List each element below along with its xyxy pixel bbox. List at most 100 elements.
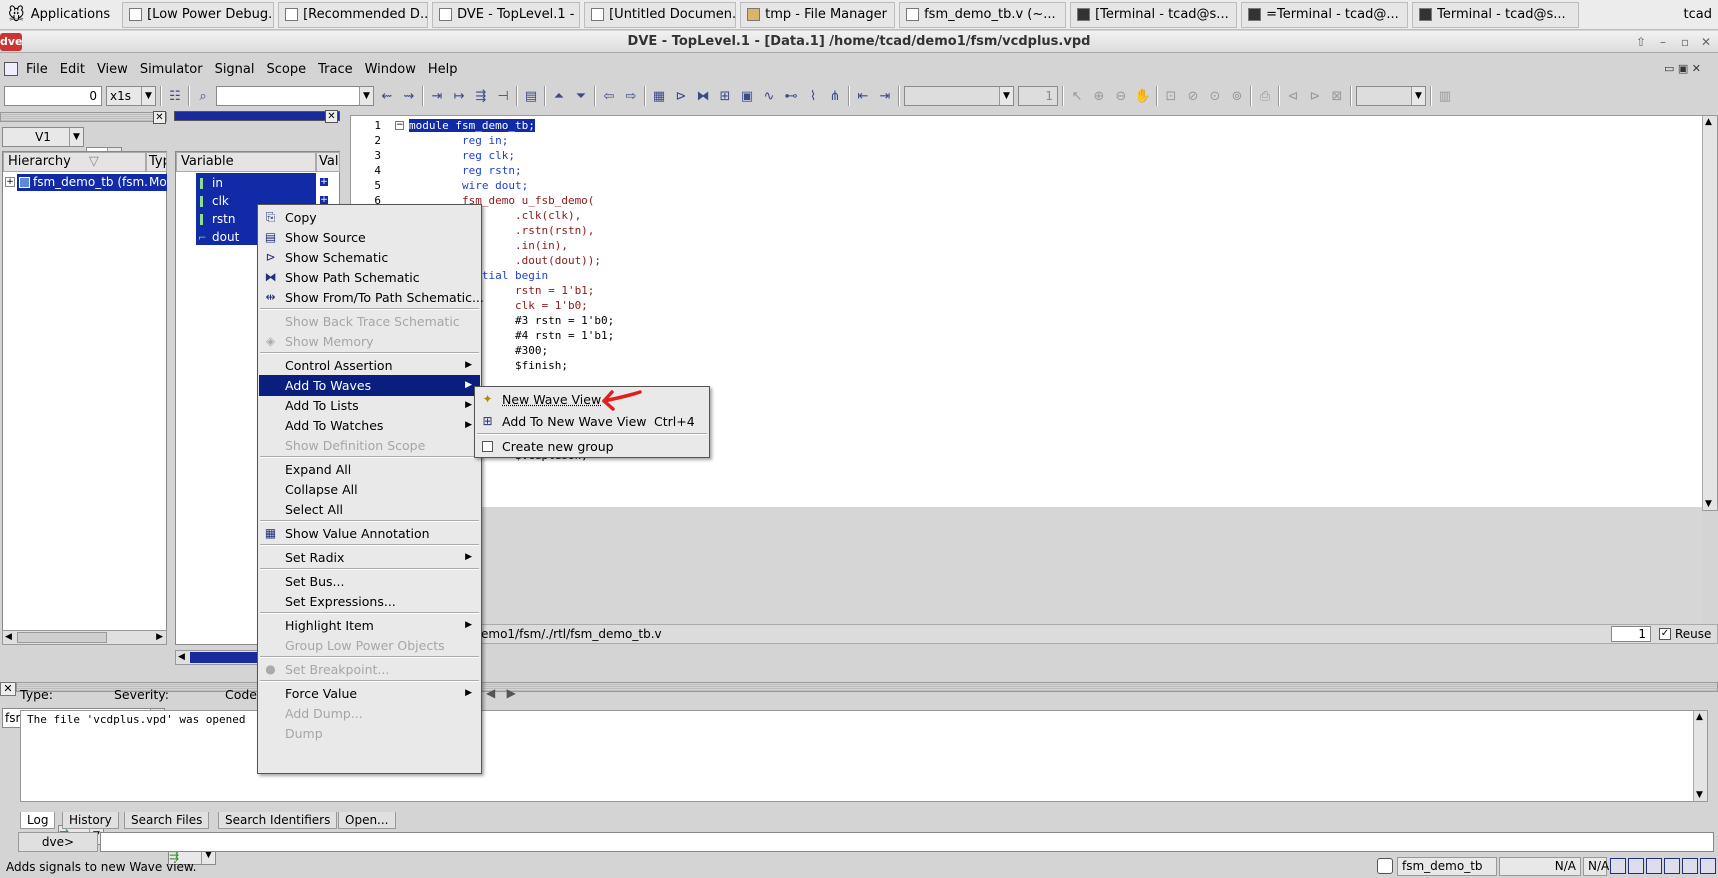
page-field[interactable]: 1 — [1018, 86, 1058, 106]
source-view-icon[interactable]: ▦ — [650, 87, 668, 105]
menu-help[interactable]: Help — [422, 62, 464, 77]
tab-log[interactable]: Log — [20, 812, 56, 829]
view-toggle-icon[interactable] — [1628, 858, 1644, 874]
menu-view[interactable]: View — [91, 62, 134, 77]
menu-item-show-value-annotation[interactable]: ▦ Show Value Annotation — [259, 523, 480, 544]
expand-icon[interactable]: + — [5, 177, 15, 187]
forward-icon[interactable]: ⇨ — [622, 87, 640, 105]
menu-signal[interactable]: Signal — [209, 62, 261, 77]
menu-window[interactable]: Window — [359, 62, 422, 77]
scroll-right-icon[interactable]: ▶ — [156, 632, 163, 642]
view-toggle-icon[interactable] — [1646, 858, 1662, 874]
hierarchy-hscrollbar[interactable]: ◀ ▶ — [2, 630, 167, 645]
schematic-view-icon[interactable]: ⊳ — [672, 87, 690, 105]
trace-load-icon[interactable]: ⌇ — [804, 87, 822, 105]
shade-button[interactable]: ⇧ — [1634, 35, 1648, 49]
menu-item-copy[interactable]: ⎘ Copy — [259, 207, 480, 228]
menu-item-show-from-to-path-schematic[interactable]: ⇹ Show From/To Path Schematic... — [259, 287, 483, 308]
console-input[interactable] — [100, 832, 1714, 852]
zoom-combo[interactable]: ▼ — [1356, 86, 1426, 106]
step-icon[interactable]: ⇥ — [428, 87, 446, 105]
expand-icon[interactable]: + — [319, 177, 329, 187]
hand-icon[interactable]: ✋ — [1134, 87, 1152, 105]
search-next-icon[interactable]: ⇝ — [400, 87, 418, 105]
menu-item-add-to-new-wave-view[interactable]: ⊞ Add To New Wave View Ctrl+4 — [476, 411, 708, 432]
arrow-right-icon[interactable]: ⇥ — [876, 87, 894, 105]
time-unit-select[interactable]: x1s ▼ — [106, 86, 156, 106]
prev-page-icon[interactable]: ⊲ — [1284, 87, 1302, 105]
wave-view-icon[interactable]: ⊞ — [716, 87, 734, 105]
stop-icon[interactable]: ⊣ — [494, 87, 512, 105]
menu-item-set-radix[interactable]: Set Radix ▶ — [259, 547, 480, 568]
menu-item-show-schematic[interactable]: ⊳ Show Schematic — [259, 247, 480, 268]
variable-item-dout[interactable]: ⌐ dout — [198, 229, 239, 246]
task-button[interactable]: =Terminal - tcad@... — [1241, 1, 1409, 28]
time-input[interactable]: 0 — [4, 86, 102, 106]
zoom-full-icon[interactable]: ⊘ — [1184, 87, 1202, 105]
tab-search-identifiers[interactable]: Search Identifiers — [218, 812, 338, 829]
minimize-button[interactable]: – — [1656, 35, 1670, 49]
tab-open[interactable]: Open... — [338, 812, 396, 829]
menu-item-collapse-all[interactable]: Collapse All — [259, 479, 480, 500]
search-combo[interactable]: ▼ — [216, 86, 374, 106]
memory-view-icon[interactable]: ∿ — [760, 87, 778, 105]
hierarchy-icon[interactable]: ☷ — [166, 87, 184, 105]
zoom-out-icon[interactable]: ⊖ — [1112, 87, 1130, 105]
scroll-left-icon[interactable]: ◀ — [5, 632, 12, 642]
task-button[interactable]: fsm_demo_tb.v (~... — [899, 1, 1067, 28]
path-view-icon[interactable]: ⧓ — [694, 87, 712, 105]
col-type[interactable]: Typ — [146, 152, 167, 172]
maximize-button[interactable]: ▫ — [1678, 35, 1692, 49]
task-button[interactable]: DVE - TopLevel.1 - ... — [432, 1, 581, 28]
scroll-thumb[interactable] — [17, 632, 107, 643]
code-vscrollbar[interactable]: ▲ ▼ — [1702, 116, 1717, 510]
list-icon[interactable]: ▤ — [522, 87, 540, 105]
zoom-area-icon[interactable]: ⊙ — [1206, 87, 1224, 105]
view-toggle-icon[interactable] — [1682, 858, 1698, 874]
reuse-checkbox[interactable]: ✓ — [1659, 628, 1671, 640]
scroll-down-icon[interactable]: ▼ — [1705, 499, 1712, 509]
scroll-up-icon[interactable]: ▲ — [1705, 117, 1712, 127]
view-toggle-icon[interactable] — [1610, 858, 1626, 874]
menu-trace[interactable]: Trace — [312, 62, 359, 77]
applications-menu[interactable]: 🐭 Applications — [0, 0, 118, 30]
col-hierarchy[interactable]: Hierarchy ▽ — [3, 152, 146, 172]
speech-bubble-icon[interactable] — [1377, 858, 1393, 874]
variable-pane-grip[interactable] — [174, 111, 340, 121]
log-nav-icons[interactable]: ◀ ▶ — [486, 686, 516, 700]
signal-combo[interactable]: ▼ — [904, 86, 1014, 106]
task-button[interactable]: tmp - File Manager — [740, 1, 896, 28]
menu-item-force-value[interactable]: Force Value ▶ — [259, 683, 480, 704]
binoculars-icon[interactable]: ⌕ — [194, 87, 212, 105]
scroll-up-icon[interactable]: ▲ — [1696, 712, 1703, 722]
tab-history[interactable]: History — [62, 812, 119, 829]
zoom-cursor-icon[interactable]: ⊚ — [1228, 87, 1246, 105]
mdi-window-controls[interactable]: ▭ ▣ ✕ — [1664, 62, 1701, 75]
task-button[interactable]: [Low Power Debug... — [122, 1, 275, 28]
view-toggle-icon[interactable] — [1664, 858, 1680, 874]
tff-icon[interactable]: ⋔ — [826, 87, 844, 105]
col-value[interactable]: Val — [316, 152, 340, 172]
menu-scope[interactable]: Scope — [261, 62, 313, 77]
menu-item-expand-all[interactable]: Expand All — [259, 459, 480, 480]
hierarchy-mode-combo[interactable]: V1 ▼ — [2, 127, 84, 147]
log-vscrollbar[interactable]: ▲ ▼ — [1693, 711, 1707, 801]
next-icon[interactable]: ↦ — [450, 87, 468, 105]
checkbox[interactable] — [482, 441, 493, 452]
menu-item-add-to-waves[interactable]: Add To Waves ▶ — [259, 375, 480, 396]
list-view-icon[interactable]: ▣ — [738, 87, 756, 105]
menu-item-new-wave-view[interactable]: ✦ New Wave View — [476, 389, 708, 410]
menu-item-control-assertion[interactable]: Control Assertion ▶ — [259, 355, 480, 376]
run-icon[interactable]: ⇶ — [472, 87, 490, 105]
task-button[interactable]: [Untitled Documen... — [584, 1, 737, 28]
menu-item-show-source[interactable]: ▤ Show Source — [259, 227, 480, 248]
task-button[interactable]: [Recommended D... — [278, 1, 429, 28]
zoom-fit-icon[interactable]: ⊡ — [1162, 87, 1180, 105]
variable-item-rstn[interactable]: rstn — [198, 211, 236, 228]
arrow-left-icon[interactable]: ⇤ — [854, 87, 872, 105]
menu-item-show-path-schematic[interactable]: ⧓ Show Path Schematic — [259, 267, 480, 288]
menu-item-set-bus[interactable]: Set Bus... — [259, 571, 480, 592]
task-button[interactable]: Terminal - tcad@s... — [1412, 1, 1580, 28]
menu-edit[interactable]: Edit — [54, 62, 91, 77]
close-pane-icon[interactable]: ✕ — [153, 111, 166, 124]
